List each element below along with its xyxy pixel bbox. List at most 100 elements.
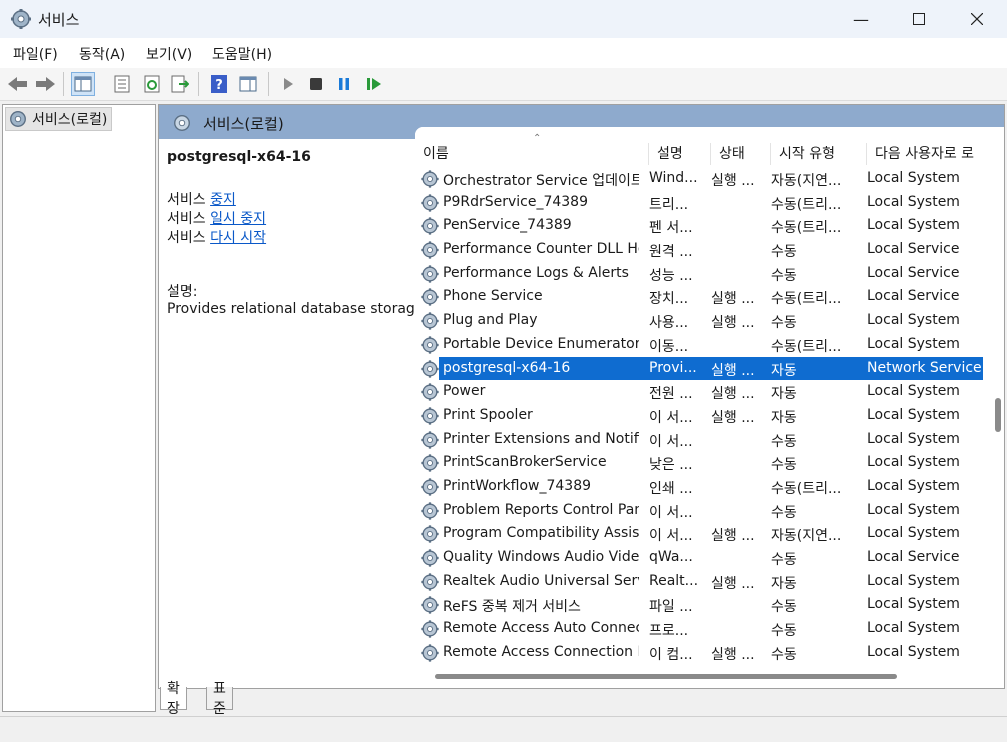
cell-log-on-as: Local System [867,596,960,613]
cell-description: 이 서... [649,433,693,450]
minimize-button[interactable]: — [832,0,890,38]
table-row[interactable]: PrintScanBrokerService 낮은 ... 수동 Local Syst… [415,451,1004,475]
tab-extended[interactable]: 확장 [160,681,187,717]
menu-help[interactable]: 도움말(H) [212,44,272,64]
table-row[interactable]: PenService_74389 펜 서... 수동(트리... Local Syst… [415,214,1004,238]
services-rows: Orchestrator Service 업데이트 Wind... 실행 ... 자동… [415,167,1004,664]
cell-description: 이 서... [649,504,693,521]
table-row[interactable]: Power 전원 ... 실행 ... 자동 Local System [415,380,1004,404]
stop-icon [310,78,322,90]
restart-service-button[interactable] [362,72,386,96]
pause-service-button[interactable] [332,72,356,96]
action-pane-button[interactable] [236,72,260,96]
back-button[interactable] [6,72,30,96]
cell-startup-type: 수동(트리... [771,196,842,213]
menu-action[interactable]: 동작(A) [79,44,125,64]
table-row[interactable]: Performance Logs & Alerts 성능 ... 수동 Local S… [415,262,1004,286]
cell-name: PenService_74389 [443,217,572,234]
table-row[interactable]: Realtek Audio Universal Service Realt... 실… [415,570,1004,594]
forward-button[interactable] [33,72,57,96]
cell-description: 이 서... [649,409,693,426]
export-list-button[interactable] [168,72,192,96]
column-startup-type[interactable]: 시작 유형 [771,143,867,165]
status-bar [0,716,1007,742]
table-row[interactable]: P9RdrService_74389 트리... 수동(트리... Local Sys… [415,191,1004,215]
cell-name: PrintScanBrokerService [443,454,607,471]
vertical-scrollbar[interactable] [992,167,1004,672]
cell-name: PrintWorkflow_74389 [443,477,592,494]
start-service-button[interactable] [276,72,300,96]
cell-description: 이 컴... [649,646,693,663]
close-button[interactable] [948,0,1006,38]
cell-log-on-as: Local System [867,525,960,542]
service-gear-icon [420,406,440,426]
stop-service-button[interactable] [304,72,328,96]
service-gear-icon [420,572,440,592]
stop-link[interactable]: 중지 [210,192,236,208]
menu-bar: 파일(F) 동작(A) 보기(V) 도움말(H) [0,38,1007,68]
menu-file[interactable]: 파일(F) [13,44,58,64]
table-row[interactable]: Remote Access Connection Manager 이 컴... 실행… [415,641,1004,665]
table-row[interactable]: Phone Service 장치... 실행 ... 수동(트리... Local Se… [415,285,1004,309]
cell-log-on-as: Local Service [867,288,960,305]
column-name[interactable]: 이름 [415,143,649,165]
cell-description: Wind... [649,170,698,186]
vertical-scroll-thumb[interactable] [995,398,1001,432]
column-log-on-as[interactable]: 다음 사용자로 로 [867,143,1004,165]
console-tree: 서비스(로컬) [2,104,156,712]
service-gear-icon [420,335,440,355]
help-button[interactable]: ? [207,72,231,96]
cell-name: Phone Service [443,288,543,305]
cell-status: 실행 ... [711,409,755,426]
column-status[interactable]: 상태 [711,143,771,165]
services-gear-icon [10,111,26,127]
table-row[interactable]: Plug and Play 사용... 실행 ... 수동 Local System [415,309,1004,333]
table-row[interactable]: Remote Access Auto Connection Manager 프로.… [415,617,1004,641]
cell-status: 실행 ... [711,315,755,332]
table-row[interactable]: Portable Device Enumerator Service 이동... 수… [415,333,1004,357]
horizontal-scroll-thumb[interactable] [435,674,897,679]
maximize-icon [913,13,925,25]
menu-view[interactable]: 보기(V) [146,44,192,64]
table-row[interactable]: postgresql-x64-16 Provi... 실행 ... 자동 Network… [415,356,1004,381]
table-row[interactable]: PrintWorkflow_74389 인쇄 ... 수동(트리... Local S… [415,475,1004,499]
cell-name: Program Compatibility Assistant Service [443,525,639,542]
forward-arrow-icon [36,77,55,91]
table-row[interactable]: Program Compatibility Assistant Service 이… [415,522,1004,546]
show-hide-console-tree-button[interactable] [71,72,95,96]
cell-description: Provi... [649,359,697,376]
refresh-button[interactable] [140,72,164,96]
restart-action: 서비스 다시 시작 [167,227,266,247]
cell-startup-type: 수동 [771,552,797,568]
tab-standard[interactable]: 표준 [206,681,233,717]
cell-startup-type: 수동(트리... [771,291,842,308]
cell-description: 원격 ... [649,244,693,261]
pause-link[interactable]: 일시 중지 [210,211,266,227]
table-row[interactable]: Quality Windows Audio Video Experience qW… [415,546,1004,570]
cell-log-on-as: Local System [867,193,960,210]
table-row[interactable]: Problem Reports Control Panel Support 이 서… [415,499,1004,523]
table-row[interactable]: Performance Counter DLL Host 원격 ... 수동 Loca… [415,238,1004,262]
services-gear-icon [11,9,31,29]
cell-name: Power [443,383,486,400]
cell-description: 이 서... [649,528,693,545]
cell-startup-type: 수동 [771,623,797,640]
tree-item-services-local[interactable]: 서비스(로컬) [5,107,113,131]
service-gear-icon [420,524,440,544]
maximize-button[interactable] [890,0,948,38]
action-prefix: 서비스 [167,230,206,246]
cell-description: 인쇄 ... [649,480,693,497]
table-row[interactable]: Orchestrator Service 업데이트 Wind... 실행 ... 자동… [415,167,1004,191]
table-row[interactable]: ReFS 중복 제거 서비스 파일 ... 수동 Local System [415,593,1004,617]
restart-link[interactable]: 다시 시작 [210,230,266,246]
service-gear-icon [420,169,440,189]
table-row[interactable]: Printer Extensions and Notifications 이 서.… [415,428,1004,452]
cell-description: 트리... [649,196,689,213]
cell-log-on-as: Local System [867,477,960,494]
horizontal-scrollbar[interactable] [415,672,1004,682]
cell-startup-type: 수동 [771,457,797,474]
properties-button[interactable] [110,72,134,96]
table-row[interactable]: Print Spooler 이 서... 실행 ... 자동 Local System [415,404,1004,428]
column-description[interactable]: 설명 [649,143,711,165]
cell-startup-type: 자동 [771,409,797,426]
